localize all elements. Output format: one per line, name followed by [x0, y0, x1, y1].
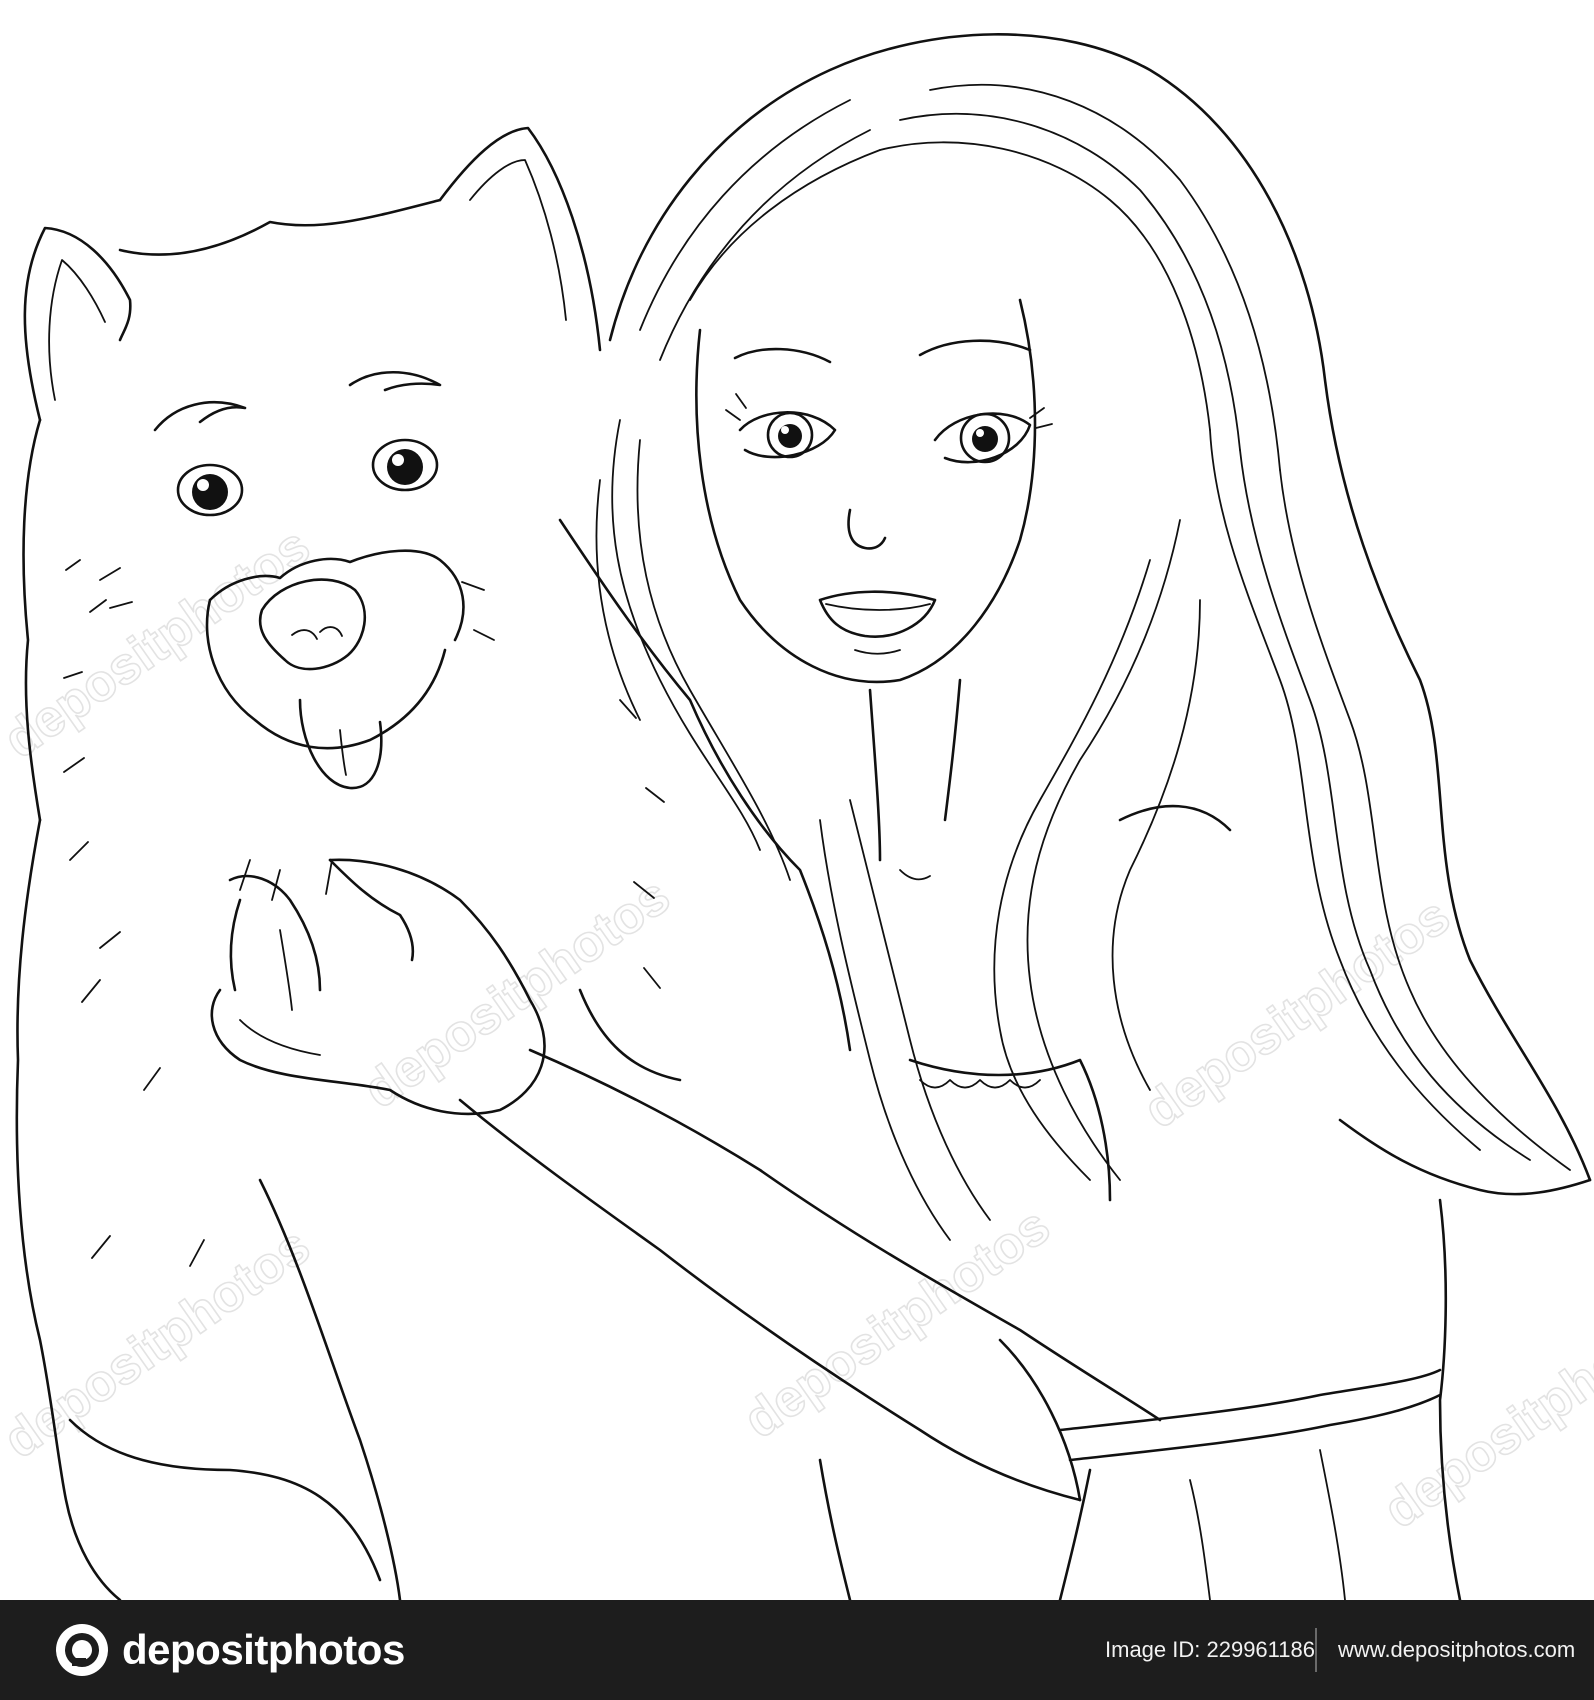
footer-divider: [1315, 1628, 1317, 1672]
watermark-text: depositphotos: [0, 1217, 320, 1470]
coloring-page-illustration: depositphotos depositphotos depositphoto…: [0, 0, 1594, 1600]
girl-face: [695, 298, 1037, 684]
watermark-text: depositphotos: [734, 1197, 1061, 1450]
dog-body-left: [15, 818, 122, 1600]
site-url-link[interactable]: www.depositphotos.com: [1338, 1636, 1575, 1664]
brand-name[interactable]: depositphotos: [122, 1622, 405, 1678]
girl-nose: [847, 508, 887, 550]
watermark-text: depositphotos: [1134, 887, 1461, 1140]
depositphotos-logo-icon[interactable]: [54, 1622, 110, 1678]
girl-mouth: [818, 590, 937, 638]
watermark-text: depositphotos: [1374, 1287, 1594, 1540]
dog-head-top: [118, 198, 442, 256]
dog-left-ear: [23, 226, 132, 422]
image-id-label: Image ID: 229961186: [1105, 1637, 1315, 1662]
dog-mouth: [205, 598, 447, 750]
footer-bar: depositphotos Image ID: 229961186 www.de…: [0, 1600, 1594, 1700]
girl-hair-outline: [608, 33, 1592, 1182]
girl: [210, 33, 1592, 1600]
watermark: depositphotos depositphotos depositphoto…: [0, 516, 1594, 1541]
watermark-text: depositphotos: [354, 867, 681, 1120]
